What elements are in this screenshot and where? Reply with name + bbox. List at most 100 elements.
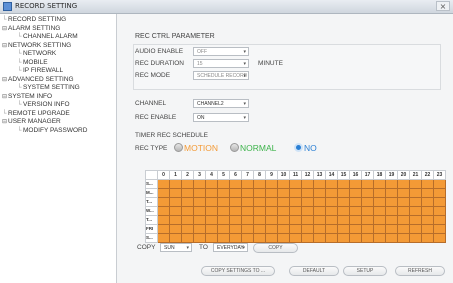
schedule-cell[interactable] xyxy=(253,233,266,243)
schedule-cell[interactable] xyxy=(181,197,194,207)
audio-enable-select[interactable]: OFF ▾ xyxy=(193,47,249,56)
schedule-cell[interactable] xyxy=(253,179,266,189)
schedule-cell[interactable] xyxy=(181,206,194,216)
schedule-cell[interactable] xyxy=(433,188,446,198)
schedule-cell[interactable] xyxy=(217,233,230,243)
schedule-cell[interactable] xyxy=(289,215,302,225)
schedule-cell[interactable] xyxy=(217,179,230,189)
schedule-cell[interactable] xyxy=(421,233,434,243)
schedule-cell[interactable] xyxy=(325,233,338,243)
rec-type-radio[interactable]: NORMAL xyxy=(230,143,276,153)
schedule-cell[interactable] xyxy=(277,215,290,225)
tree-item[interactable]: ⊟USER MANAGER xyxy=(2,118,87,127)
schedule-cell[interactable] xyxy=(205,197,218,207)
schedule-cell[interactable] xyxy=(265,233,278,243)
schedule-cell[interactable] xyxy=(325,197,338,207)
schedule-cell[interactable] xyxy=(181,215,194,225)
schedule-cell[interactable] xyxy=(313,197,326,207)
schedule-cell[interactable] xyxy=(385,233,398,243)
schedule-cell[interactable] xyxy=(301,206,314,216)
schedule-cell[interactable] xyxy=(409,179,422,189)
schedule-cell[interactable] xyxy=(301,179,314,189)
schedule-cell[interactable] xyxy=(361,215,374,225)
schedule-cell[interactable] xyxy=(277,197,290,207)
tree-item[interactable]: └MODIFY PASSWORD xyxy=(2,127,87,136)
schedule-cell[interactable] xyxy=(205,233,218,243)
schedule-cell[interactable] xyxy=(241,188,254,198)
rec-mode-select[interactable]: SCHEDULE RECORD ▾ xyxy=(193,71,249,80)
schedule-cell[interactable] xyxy=(337,233,350,243)
schedule-cell[interactable] xyxy=(349,188,362,198)
rec-type-radio[interactable]: MOTION xyxy=(174,143,218,153)
schedule-cell[interactable] xyxy=(217,224,230,234)
schedule-cell[interactable] xyxy=(349,215,362,225)
schedule-cell[interactable] xyxy=(193,206,206,216)
schedule-cell[interactable] xyxy=(289,233,302,243)
schedule-cell[interactable] xyxy=(229,215,242,225)
schedule-cell[interactable] xyxy=(433,197,446,207)
schedule-cell[interactable] xyxy=(277,233,290,243)
schedule-cell[interactable] xyxy=(313,215,326,225)
copy-button[interactable]: COPY xyxy=(253,243,298,253)
schedule-cell[interactable] xyxy=(397,233,410,243)
schedule-cell[interactable] xyxy=(433,215,446,225)
schedule-cell[interactable] xyxy=(301,233,314,243)
schedule-cell[interactable] xyxy=(337,179,350,189)
schedule-cell[interactable] xyxy=(169,179,182,189)
schedule-cell[interactable] xyxy=(169,206,182,216)
tree-item[interactable]: ⊟ADVANCED SETTING xyxy=(2,76,87,85)
schedule-cell[interactable] xyxy=(169,224,182,234)
copy-settings-button[interactable]: COPY SETTINGS TO ... xyxy=(201,266,275,276)
schedule-cell[interactable] xyxy=(313,188,326,198)
schedule-cell[interactable] xyxy=(241,215,254,225)
rec-type-radio[interactable]: NO xyxy=(294,143,317,153)
schedule-cell[interactable] xyxy=(241,224,254,234)
copy-from-select[interactable]: SUN ▾ xyxy=(160,243,192,252)
schedule-cell[interactable] xyxy=(229,188,242,198)
schedule-cell[interactable] xyxy=(409,215,422,225)
schedule-cell[interactable] xyxy=(253,224,266,234)
schedule-cell[interactable] xyxy=(205,206,218,216)
schedule-cell[interactable] xyxy=(289,224,302,234)
schedule-cell[interactable] xyxy=(289,179,302,189)
schedule-cell[interactable] xyxy=(325,206,338,216)
schedule-cell[interactable] xyxy=(373,179,386,189)
schedule-cell[interactable] xyxy=(289,188,302,198)
schedule-cell[interactable] xyxy=(349,224,362,234)
tree-item[interactable]: ⊟ALARM SETTING xyxy=(2,25,87,34)
schedule-cell[interactable] xyxy=(193,188,206,198)
schedule-cell[interactable] xyxy=(253,197,266,207)
setup-button[interactable]: SETUP xyxy=(343,266,387,276)
rec-duration-select[interactable]: 15 ▾ xyxy=(193,59,249,68)
schedule-cell[interactable] xyxy=(421,224,434,234)
schedule-cell[interactable] xyxy=(217,188,230,198)
schedule-cell[interactable] xyxy=(181,224,194,234)
schedule-cell[interactable] xyxy=(229,224,242,234)
schedule-cell[interactable] xyxy=(181,233,194,243)
schedule-cell[interactable] xyxy=(409,197,422,207)
schedule-cell[interactable] xyxy=(361,206,374,216)
schedule-cell[interactable] xyxy=(313,233,326,243)
schedule-cell[interactable] xyxy=(385,224,398,234)
schedule-cell[interactable] xyxy=(169,188,182,198)
schedule-cell[interactable] xyxy=(409,224,422,234)
schedule-cell[interactable] xyxy=(409,206,422,216)
schedule-cell[interactable] xyxy=(337,215,350,225)
schedule-cell[interactable] xyxy=(433,233,446,243)
rec-enable-select[interactable]: ON ▾ xyxy=(193,113,249,122)
schedule-cell[interactable] xyxy=(433,179,446,189)
schedule-cell[interactable] xyxy=(265,215,278,225)
schedule-cell[interactable] xyxy=(349,206,362,216)
schedule-cell[interactable] xyxy=(229,233,242,243)
schedule-cell[interactable] xyxy=(421,179,434,189)
schedule-cell[interactable] xyxy=(241,233,254,243)
schedule-cell[interactable] xyxy=(253,215,266,225)
schedule-cell[interactable] xyxy=(433,206,446,216)
schedule-cell[interactable] xyxy=(373,224,386,234)
schedule-cell[interactable] xyxy=(373,206,386,216)
schedule-cell[interactable] xyxy=(193,233,206,243)
schedule-cell[interactable] xyxy=(373,215,386,225)
schedule-cell[interactable] xyxy=(277,206,290,216)
schedule-cell[interactable] xyxy=(205,215,218,225)
schedule-cell[interactable] xyxy=(217,215,230,225)
